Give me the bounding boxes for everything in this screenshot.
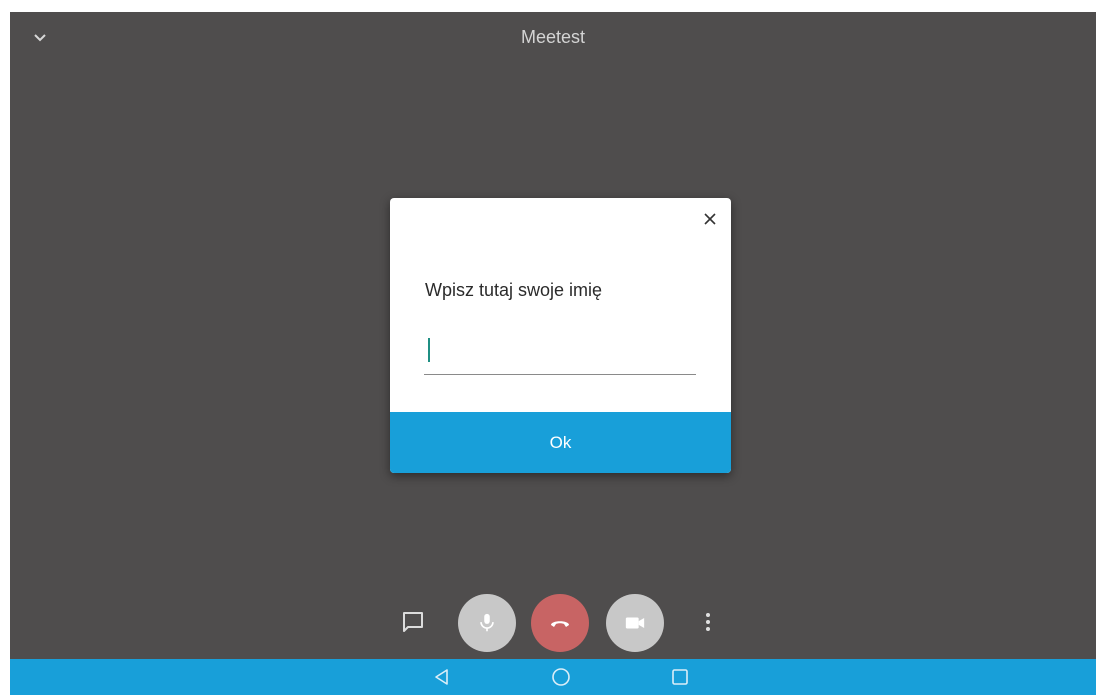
nav-home-button[interactable] bbox=[549, 665, 573, 689]
microphone-button[interactable] bbox=[458, 594, 516, 652]
chat-icon bbox=[403, 612, 423, 632]
more-vertical-icon bbox=[706, 613, 710, 631]
text-caret bbox=[428, 338, 430, 362]
dialog-prompt: Wpisz tutaj swoje imię bbox=[425, 280, 603, 300]
ok-button[interactable]: Ok bbox=[390, 412, 731, 473]
meeting-title: Meetest bbox=[520, 27, 586, 47]
name-input[interactable] bbox=[424, 330, 696, 375]
microphone-icon bbox=[480, 613, 494, 632]
video-camera-icon bbox=[625, 617, 645, 629]
close-button[interactable] bbox=[697, 206, 723, 232]
nav-back-button[interactable] bbox=[430, 665, 454, 689]
call-toolbar bbox=[10, 594, 1096, 652]
recents-square-icon bbox=[672, 669, 688, 685]
close-icon bbox=[704, 213, 716, 225]
top-bar: Meetest bbox=[10, 12, 1096, 64]
back-triangle-icon bbox=[435, 669, 448, 685]
system-nav-bar bbox=[10, 659, 1096, 695]
chat-button[interactable] bbox=[398, 607, 428, 637]
phone-hangup-icon bbox=[551, 621, 569, 627]
home-circle-icon bbox=[552, 668, 570, 686]
meeting-screen: Meetest Wpisz tutaj swoje imię Ok bbox=[10, 12, 1096, 659]
camera-button[interactable] bbox=[606, 594, 664, 652]
more-options-button[interactable] bbox=[694, 607, 722, 637]
nav-recents-button[interactable] bbox=[668, 665, 692, 689]
name-dialog: Wpisz tutaj swoje imię Ok bbox=[390, 198, 731, 473]
hangup-button[interactable] bbox=[531, 594, 589, 652]
